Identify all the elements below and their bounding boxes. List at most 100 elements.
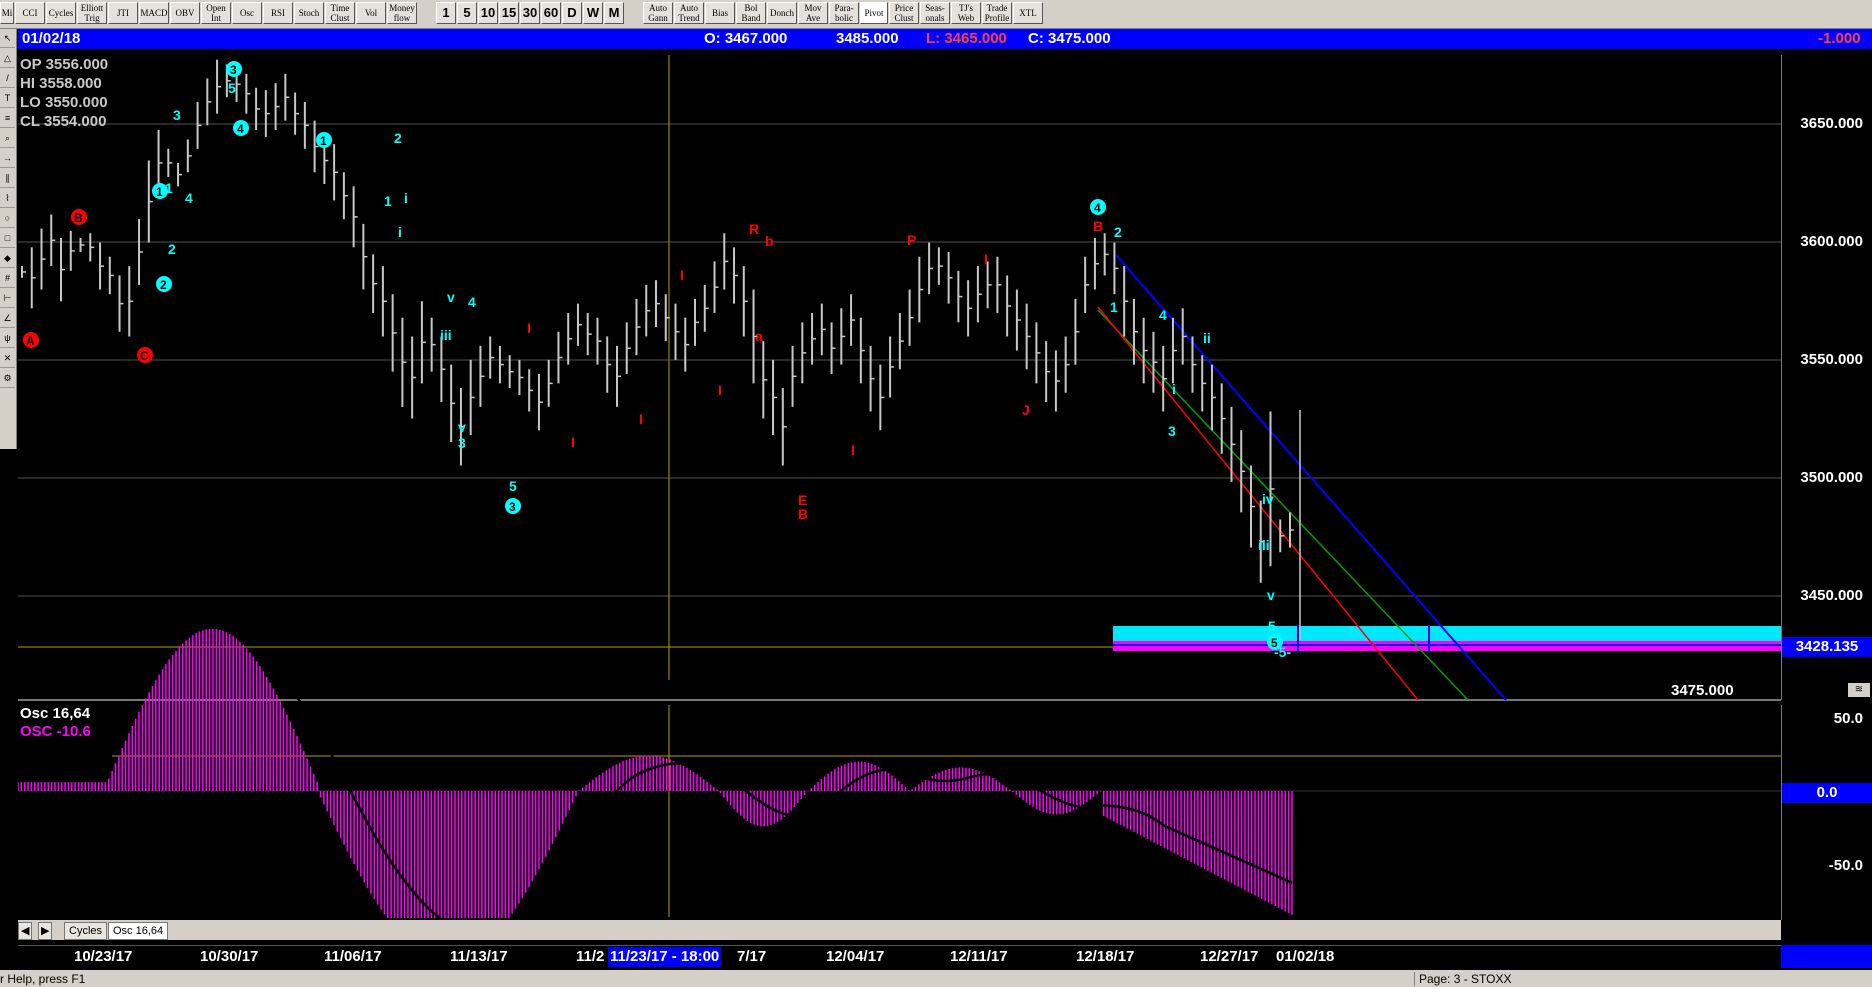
study-button[interactable]: Price Clust xyxy=(889,2,919,24)
indicator-button[interactable]: Elliott Trig xyxy=(77,2,107,24)
svg-text:4: 4 xyxy=(237,122,244,136)
tool-settings-icon[interactable]: ⚙ xyxy=(0,369,15,388)
study-button[interactable]: Pivot xyxy=(860,2,888,24)
svg-text:v: v xyxy=(458,419,466,435)
oscillator-axis[interactable]: 50.0 -50.0 xyxy=(1781,705,1872,920)
study-button[interactable]: Mov Ave xyxy=(798,2,828,24)
svg-text:B: B xyxy=(798,506,808,522)
date-axis[interactable]: 10/23/17 10/30/17 11/06/17 11/13/17 11/2… xyxy=(18,945,1781,969)
ohlc-close: CL 3554.000 xyxy=(20,113,107,130)
indicator-button[interactable]: Time Clust xyxy=(325,2,355,24)
date-tick: 7/17 xyxy=(737,948,767,965)
period-button[interactable]: 10 xyxy=(478,2,498,24)
tool-measure-icon[interactable]: ⊢ xyxy=(0,289,15,308)
study-button[interactable]: Donch xyxy=(767,2,797,24)
study-button[interactable]: Bias xyxy=(705,2,735,24)
date-tick: 11/2 xyxy=(576,948,605,965)
svg-text:i: i xyxy=(1172,381,1176,397)
svg-text:2: 2 xyxy=(168,241,176,257)
indicator-button[interactable]: MACD xyxy=(139,2,169,24)
study-button[interactable]: XTL xyxy=(1013,2,1043,24)
price-tick: 3600.000 xyxy=(1800,233,1863,250)
study-button[interactable]: TJ's Web xyxy=(951,2,981,24)
indicator-button[interactable]: Vol xyxy=(356,2,386,24)
study-button[interactable]: Seas- onals xyxy=(920,2,950,24)
period-button[interactable]: M xyxy=(604,2,624,24)
tool-cycle-icon[interactable]: ○ xyxy=(0,209,15,228)
svg-text:R: R xyxy=(749,221,759,237)
tab-prev-icon[interactable]: ◀ xyxy=(18,922,32,940)
info-date: 01/02/18 xyxy=(22,30,81,47)
study-button[interactable]: Auto Gann xyxy=(643,2,673,24)
tool-erase-icon[interactable]: ✕ xyxy=(0,349,15,368)
tool-grid-icon[interactable]: # xyxy=(0,269,15,288)
study-button[interactable]: Para- bolic xyxy=(829,2,859,24)
price-axis[interactable]: 3650.000 3600.000 3550.000 3500.000 3450… xyxy=(1781,55,1872,700)
tab-osc[interactable]: Osc 16,64 xyxy=(108,922,169,940)
date-tick: 12/11/17 xyxy=(950,948,1008,965)
tool-pointer-icon[interactable]: ↖ xyxy=(0,29,15,48)
date-cursor-readout: 11/23/17 - 18:00 xyxy=(608,947,722,967)
svg-text:I: I xyxy=(639,411,643,427)
date-tick: 12/27/17 xyxy=(1200,948,1259,965)
svg-text:B: B xyxy=(74,211,83,225)
price-chart[interactable]: B A C 1 2 3 4 1 3 4 5 3 1 2 4 5 2 1 i i … xyxy=(18,55,1781,918)
svg-text:ii: ii xyxy=(1203,330,1211,346)
svg-text:2: 2 xyxy=(160,278,167,292)
svg-text:iii: iii xyxy=(440,327,452,343)
date-tick: 12/04/17 xyxy=(826,948,885,965)
period-button[interactable]: 15 xyxy=(499,2,519,24)
indicator-button[interactable]: CCI xyxy=(15,2,45,24)
indicator-button[interactable]: RSI xyxy=(263,2,293,24)
study-button[interactable]: Auto Trend xyxy=(674,2,704,24)
period-button[interactable]: 30 xyxy=(520,2,540,24)
scale-handle-icon[interactable]: ≋ xyxy=(1848,683,1870,697)
svg-text:B: B xyxy=(1093,218,1103,234)
period-button[interactable]: 5 xyxy=(457,2,477,24)
indicator-button[interactable]: Open Int xyxy=(201,2,231,24)
status-bar: r Help, press F1 Page: 3 - STOXX xyxy=(0,970,1872,987)
indicator-button[interactable]: Mi xyxy=(0,2,14,24)
indicator-button[interactable]: Money flow xyxy=(387,2,417,24)
indicator-button[interactable]: Osc xyxy=(232,2,262,24)
svg-text:3: 3 xyxy=(509,500,516,514)
period-button[interactable]: W xyxy=(583,2,603,24)
tool-line-icon[interactable]: / xyxy=(0,69,15,88)
period-button[interactable]: 60 xyxy=(541,2,561,24)
svg-text:I: I xyxy=(718,382,722,398)
tool-pitchfork-icon[interactable]: ψ xyxy=(0,329,15,348)
info-open: O: 3467.000 xyxy=(704,30,788,47)
svg-text:1: 1 xyxy=(384,193,392,209)
tool-fib-icon[interactable]: ≡ xyxy=(0,109,15,128)
svg-text:-5-: -5- xyxy=(1274,644,1291,660)
indicator-button[interactable]: Cycles xyxy=(46,2,76,24)
tool-zoom-icon[interactable]: ⌕ xyxy=(0,129,15,148)
svg-text:4: 4 xyxy=(1159,307,1167,323)
svg-text:i: i xyxy=(398,224,402,240)
indicator-button[interactable]: JTI xyxy=(108,2,138,24)
indicator-toolbar: Mi CCI Cycles Elliott Trig JTI MACD OBV Open In… xyxy=(0,0,1872,29)
indicator-button[interactable]: Stoch xyxy=(294,2,324,24)
tool-gann-icon[interactable]: ∠ xyxy=(0,309,15,328)
study-button[interactable]: Bol Band xyxy=(736,2,766,24)
date-axis-corner xyxy=(1781,945,1872,968)
date-tick: 01/02/18 xyxy=(1276,948,1335,965)
tool-box-icon[interactable]: □ xyxy=(0,229,15,248)
tool-bell-icon[interactable]: △ xyxy=(0,49,15,68)
tab-cycles[interactable]: Cycles xyxy=(64,922,108,940)
tool-marker-icon[interactable]: ◆ xyxy=(0,249,15,268)
study-button[interactable]: Trade Profile xyxy=(982,2,1012,24)
date-tick: 10/23/17 xyxy=(74,948,133,965)
tool-arrow-icon[interactable]: → xyxy=(0,149,15,168)
tool-channel-icon[interactable]: ∥ xyxy=(0,169,15,188)
oscillator-histogram xyxy=(18,628,1293,918)
tool-wave-icon[interactable]: ⌇ xyxy=(0,189,15,208)
tab-next-icon[interactable]: ▶ xyxy=(38,922,52,940)
period-button[interactable]: 1 xyxy=(436,2,456,24)
period-button[interactable]: D xyxy=(562,2,582,24)
svg-text:3: 3 xyxy=(173,107,181,123)
svg-text:3: 3 xyxy=(1168,423,1176,439)
tool-text-icon[interactable]: T xyxy=(0,89,15,108)
indicator-button[interactable]: OBV xyxy=(170,2,200,24)
info-low: L: 3465.000 xyxy=(926,30,1007,47)
